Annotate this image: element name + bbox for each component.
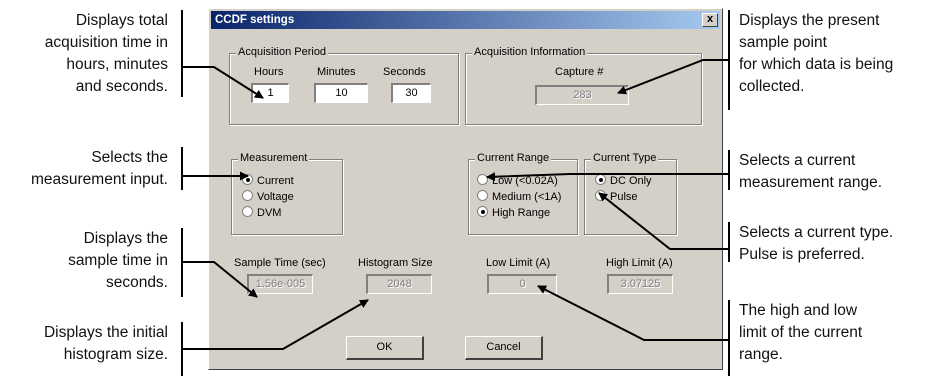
callout-limits xyxy=(538,286,730,376)
callout-measurement xyxy=(181,147,248,190)
callout-current-range xyxy=(487,150,730,190)
callout-current-type xyxy=(599,193,730,262)
callout-histogram xyxy=(181,300,368,376)
callout-sample-time xyxy=(181,228,257,297)
callout-sample-point xyxy=(618,10,730,110)
callout-total-time xyxy=(181,10,263,98)
callout-lines xyxy=(181,10,730,376)
